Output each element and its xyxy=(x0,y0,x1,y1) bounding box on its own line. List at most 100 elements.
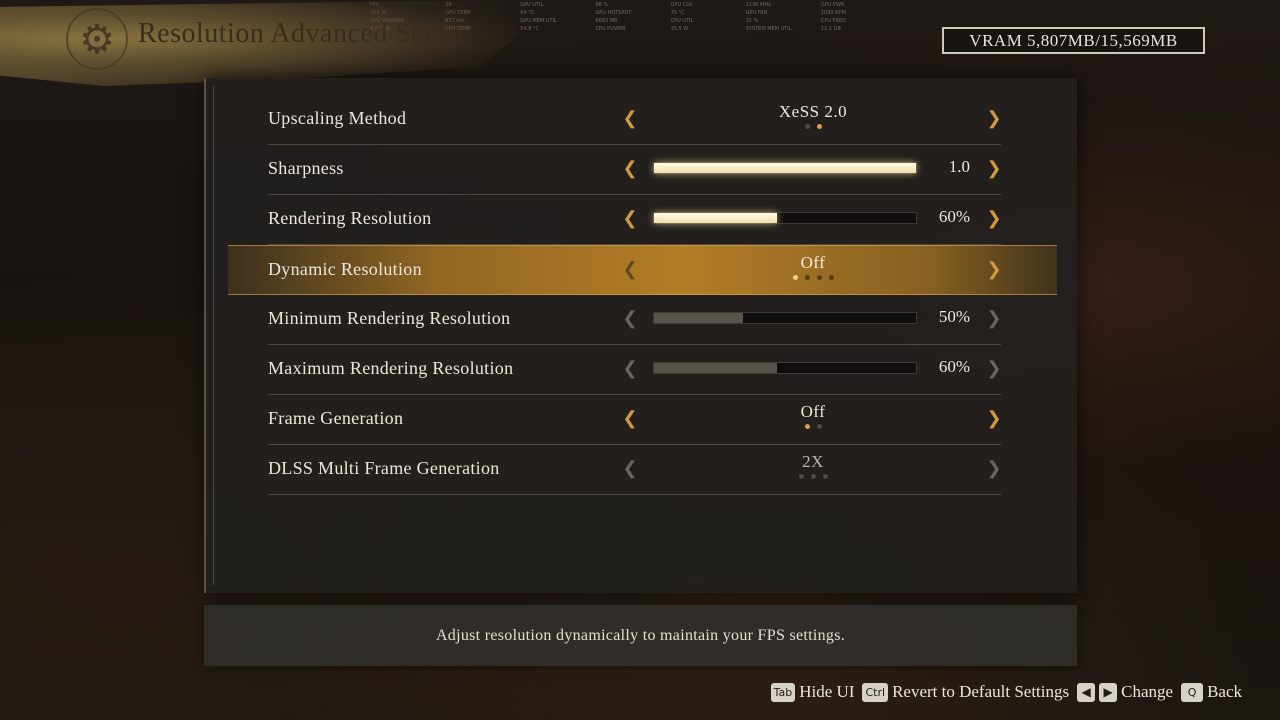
setting-row-maximum-rendering-resolution[interactable]: Maximum Rendering Resolution ❮ 60% ❯ xyxy=(268,345,1002,395)
hud-stat: GPU PWR xyxy=(820,2,845,8)
slider-fill xyxy=(654,313,744,323)
hud-stat: 31 % xyxy=(745,18,759,24)
hud-stat: 2190 MHz xyxy=(745,2,771,8)
slider-fill xyxy=(654,213,778,223)
hud-stat: GPU UTIL xyxy=(520,2,544,8)
ctrl-key-icon: Ctrl xyxy=(862,682,889,702)
chevron-right-icon[interactable]: ❯ xyxy=(986,458,1002,478)
chevron-left-icon[interactable]: ❮ xyxy=(622,259,638,279)
chevron-left-icon[interactable]: ❮ xyxy=(622,408,638,428)
option-dot xyxy=(792,275,798,280)
chevron-right-icon[interactable]: ❯ xyxy=(986,208,1002,228)
setting-label: Upscaling Method xyxy=(268,108,407,128)
chevron-left-icon[interactable]: ❮ xyxy=(622,158,638,178)
option-dot xyxy=(822,474,828,479)
hud-stat: SYSTEM MEM UTIL xyxy=(745,26,792,32)
hud-stat: 35.5 W xyxy=(670,26,689,32)
setting-value: Off xyxy=(800,253,826,272)
hud-stat: 6693 MB xyxy=(595,18,618,24)
option-indicator xyxy=(708,424,918,429)
option-dot xyxy=(828,275,834,280)
hud-stat: CPU FREQ xyxy=(820,18,847,24)
hud-stat: GPU HOTSPOT xyxy=(595,10,632,16)
change-hint[interactable]: ◀ ▶ Change xyxy=(1077,682,1173,702)
option-dot xyxy=(816,124,822,129)
chevron-left-icon[interactable]: ❮ xyxy=(622,208,638,228)
setting-label: Maximum Rendering Resolution xyxy=(268,358,514,378)
setting-row-rendering-resolution[interactable]: Rendering Resolution ❮ 60% ❯ xyxy=(268,195,1002,245)
setting-row-sharpness[interactable]: Sharpness ❮ 1.0 ❯ xyxy=(268,145,1002,195)
setting-value: 60% xyxy=(938,357,970,376)
setting-row-frame-generation[interactable]: Frame Generation ❮ Off ❯ xyxy=(268,395,1002,445)
setting-label: Dynamic Resolution xyxy=(268,259,422,279)
hide-ui-label: Hide UI xyxy=(799,682,855,701)
hud-stat: 64 °C xyxy=(520,10,535,16)
hud-stat: 75 °C xyxy=(670,10,685,16)
setting-value: 60% xyxy=(938,207,970,226)
option-dot xyxy=(804,424,810,429)
setting-label: DLSS Multi Frame Generation xyxy=(268,458,500,478)
slider-fill xyxy=(654,363,778,373)
hud-stat: CPU POWER xyxy=(595,26,626,32)
setting-slider[interactable] xyxy=(653,312,917,324)
chevron-left-icon[interactable]: ❮ xyxy=(622,108,638,128)
hud-stat: 98 % xyxy=(595,2,609,8)
option-dot xyxy=(804,275,810,280)
hud-stat: GPU FAN xyxy=(745,10,768,16)
option-indicator xyxy=(708,275,918,280)
right-arrow-key-icon: ▶ xyxy=(1099,682,1118,702)
gear-icon: ⚙ xyxy=(66,8,128,70)
vram-indicator: VRAM 5,807MB/15,569MB xyxy=(942,27,1205,54)
setting-value: 1.0 xyxy=(948,157,970,176)
chevron-right-icon[interactable]: ❯ xyxy=(986,408,1002,428)
setting-value: 2X xyxy=(802,452,824,471)
hud-stat: 12.1 GB xyxy=(820,26,841,32)
hud-stat: 1030 RPM xyxy=(820,10,846,16)
chevron-left-icon[interactable]: ❮ xyxy=(622,358,638,378)
chevron-right-icon[interactable]: ❯ xyxy=(986,308,1002,328)
q-key-icon: Q xyxy=(1181,682,1204,702)
setting-label: Rendering Resolution xyxy=(268,208,432,228)
tab-key-icon: Tab xyxy=(770,682,796,702)
back-hint[interactable]: Q Back xyxy=(1181,682,1242,702)
hud-stat: CPU UTIL xyxy=(670,18,694,24)
setting-slider[interactable] xyxy=(653,212,917,224)
option-indicator xyxy=(708,124,918,129)
revert-defaults-label: Revert to Default Settings xyxy=(892,682,1070,701)
setting-slider[interactable] xyxy=(653,362,917,374)
setting-row-dlss-multi-frame-generation[interactable]: DLSS Multi Frame Generation ❮ 2X ❯ xyxy=(268,445,1002,495)
setting-row-minimum-rendering-resolution[interactable]: Minimum Rendering Resolution ❮ 50% ❯ xyxy=(268,295,1002,345)
slider-fill xyxy=(654,163,916,173)
revert-defaults-hint[interactable]: Ctrl Revert to Default Settings xyxy=(862,682,1069,702)
left-arrow-key-icon: ◀ xyxy=(1077,682,1096,702)
chevron-right-icon[interactable]: ❯ xyxy=(986,259,1002,279)
change-label: Change xyxy=(1121,682,1174,701)
page-title: Resolution Advanced Settin xyxy=(138,18,464,49)
hud-stat: 54.8 °C xyxy=(520,26,539,32)
setting-slider[interactable] xyxy=(653,162,917,174)
chevron-left-icon[interactable]: ❮ xyxy=(622,458,638,478)
footer-hints: Tab Hide UI Ctrl Revert to Default Setti… xyxy=(770,682,1242,702)
hide-ui-hint[interactable]: Tab Hide UI xyxy=(770,682,855,702)
setting-value: 50% xyxy=(938,307,970,326)
setting-description: Adjust resolution dynamically to maintai… xyxy=(204,605,1077,666)
chevron-right-icon[interactable]: ❯ xyxy=(986,158,1002,178)
option-dot xyxy=(810,474,816,479)
setting-value: Off xyxy=(800,402,826,421)
setting-row-upscaling-method[interactable]: Upscaling Method ❮ XeSS 2.0 ❯ xyxy=(268,95,1002,145)
setting-label: Minimum Rendering Resolution xyxy=(268,308,511,328)
option-dot xyxy=(798,474,804,479)
setting-label: Sharpness xyxy=(268,158,344,178)
option-dot xyxy=(804,124,810,129)
setting-value: XeSS 2.0 xyxy=(778,102,848,121)
setting-row-dynamic-resolution[interactable]: Dynamic Resolution ❮ Off ❯ xyxy=(228,245,1057,295)
option-dot xyxy=(816,424,822,429)
hud-stat: GPU MEM UTIL xyxy=(520,18,557,24)
chevron-right-icon[interactable]: ❯ xyxy=(986,358,1002,378)
setting-label: Frame Generation xyxy=(268,408,404,428)
back-label: Back xyxy=(1207,682,1242,701)
chevron-right-icon[interactable]: ❯ xyxy=(986,108,1002,128)
hud-stat: GPU CLK xyxy=(670,2,693,8)
chevron-left-icon[interactable]: ❮ xyxy=(622,308,638,328)
option-indicator xyxy=(708,474,918,479)
